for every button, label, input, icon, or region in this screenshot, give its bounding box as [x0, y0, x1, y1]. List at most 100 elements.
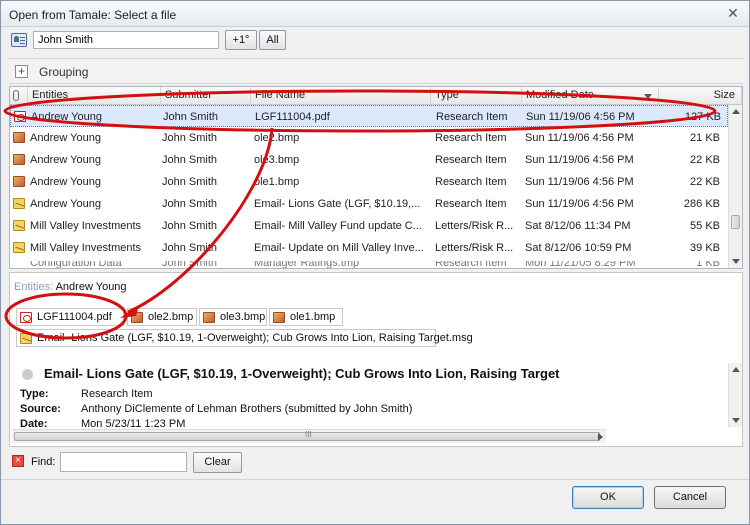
contact-card-icon[interactable] [11, 33, 27, 47]
cell-type: Letters/Risk R... [435, 220, 514, 232]
mail-icon [13, 220, 25, 231]
table-row[interactable]: Mill Valley Investments John Smith Email- … [10, 237, 728, 259]
cell-size: 22 KB [690, 154, 720, 166]
cell-file-name: Manager Ratings.tmp [254, 261, 360, 269]
table-row[interactable]: Andrew Young John Smith Email- Lions Gate … [10, 193, 728, 215]
column-header-submitter[interactable]: Submitter [161, 87, 251, 105]
cell-file-name: Email- Lions Gate (LGF, $10.19,... [254, 198, 421, 210]
cell-submitter: John Smith [162, 242, 218, 254]
preview-pane: Entities: Andrew Young LGF111004.pdf ole… [9, 272, 743, 447]
cell-file-name: Email- Mill Valley Fund update C... [254, 220, 422, 232]
plus-one-degree-button[interactable]: +1° [225, 30, 257, 50]
grouping-bar[interactable]: + Grouping [9, 58, 743, 84]
entities-key: Entities: [14, 281, 54, 293]
find-input[interactable] [60, 452, 187, 472]
image-icon [273, 312, 285, 323]
attachment-ole1-bmp[interactable]: ole1.bmp [269, 308, 343, 326]
column-header-type[interactable]: Type [431, 87, 522, 105]
table-row[interactable]: Andrew Young John Smith ole2.bmp Research I… [10, 127, 728, 149]
cell-modified-date: Sat 8/12/06 11:34 PM [525, 220, 631, 232]
cell-submitter: John Smith [162, 220, 218, 232]
column-header-size[interactable]: Size [659, 87, 742, 105]
cell-submitter: John Smith [163, 111, 219, 123]
title-bar: Open from Tamale: Select a file ✕ [1, 1, 749, 27]
entities-value: Andrew Young [55, 281, 127, 293]
scroll-up-arrow-icon[interactable] [732, 367, 740, 372]
attachment-label: Email- Lions Gate (LGF, $10.19, 1-Overwe… [37, 332, 473, 344]
sort-descending-icon [644, 94, 652, 99]
image-icon [13, 154, 25, 165]
cell-type: Research Item [435, 132, 507, 144]
table-row[interactable]: Andrew Young John Smith ole3.bmp Research I… [10, 149, 728, 171]
scroll-down-arrow-icon[interactable] [732, 418, 740, 423]
preview-horizontal-scrollbar[interactable]: III [12, 429, 606, 443]
all-button[interactable]: All [259, 30, 286, 50]
table-row[interactable]: Andrew Young John Smith ole1.bmp Research I… [10, 171, 728, 193]
cancel-button[interactable]: Cancel [654, 486, 726, 509]
column-header-entities[interactable]: Entities [28, 87, 161, 105]
attachment-label: ole1.bmp [290, 311, 336, 323]
attachment-message-msg[interactable]: Email- Lions Gate (LGF, $10.19, 1-Overwe… [16, 329, 473, 347]
attachment-column-header[interactable] [10, 87, 28, 105]
cell-modified-date: Sat 8/12/06 10:59 PM [525, 242, 632, 254]
mail-icon [20, 333, 32, 344]
attachment-label: ole2.bmp [148, 311, 194, 323]
cell-type: Research Item [435, 154, 507, 166]
scroll-right-arrow-icon[interactable] [598, 433, 603, 441]
cell-submitter: John Smith [162, 198, 218, 210]
clear-button[interactable]: Clear [193, 452, 242, 473]
cell-size: 127 KB [684, 111, 721, 123]
file-grid: Entities Submitter File Name Type Modifi… [9, 86, 743, 269]
separator [1, 479, 749, 480]
cell-file-name: ole1.bmp [254, 176, 300, 188]
scroll-up-arrow-icon[interactable] [732, 109, 740, 114]
cell-file-name: Email- Update on Mill Valley Inve... [254, 242, 424, 254]
attachment-ole3-bmp[interactable]: ole3.bmp [199, 308, 267, 326]
expand-plus-icon[interactable]: + [15, 65, 28, 78]
cell-size: 22 KB [690, 176, 720, 188]
cell-size: 21 KB [690, 132, 720, 144]
image-icon [13, 132, 25, 143]
open-file-dialog: Open from Tamale: Select a file ✕ +1° Al… [0, 0, 750, 525]
scroll-thumb[interactable]: III [14, 430, 600, 441]
scroll-down-arrow-icon[interactable] [732, 259, 740, 264]
cell-entity: Andrew Young [30, 154, 101, 166]
pdf-icon [20, 312, 32, 323]
cell-entity: Andrew Young [31, 111, 102, 123]
attachment-ole2-bmp[interactable]: ole2.bmp [127, 308, 197, 326]
preview-vertical-scrollbar[interactable] [728, 363, 742, 427]
column-header-file-name[interactable]: File Name [251, 87, 431, 105]
close-icon[interactable]: ✕ [725, 6, 741, 22]
cell-entity: Andrew Young [30, 132, 101, 144]
table-row-partial[interactable]: Configuration Data John Smith Manager Ra… [10, 261, 728, 269]
window-title: Open from Tamale: Select a file [9, 8, 177, 22]
image-icon [203, 312, 215, 323]
grouping-label: Grouping [39, 65, 89, 79]
entity-search-input[interactable] [33, 31, 219, 49]
cell-submitter: John Smith [162, 176, 218, 188]
table-row[interactable]: Mill Valley Investments John Smith Email- … [10, 215, 728, 237]
image-icon [131, 312, 143, 323]
scroll-grip-icon: III [305, 430, 312, 439]
meta-type-value: Research Item [81, 388, 153, 400]
message-subject: Email- Lions Gate (LGF, $10.19, 1-Overwe… [22, 366, 560, 381]
ok-button[interactable]: OK [572, 486, 644, 509]
cell-submitter: John Smith [162, 154, 218, 166]
scroll-thumb[interactable] [731, 215, 740, 229]
cell-type: Letters/Risk R... [435, 242, 514, 254]
status-dot-icon [22, 369, 33, 380]
column-header-modified-date[interactable]: Modified Date [522, 87, 659, 105]
cell-size: 55 KB [690, 220, 720, 232]
close-find-icon[interactable]: × [12, 455, 24, 467]
table-row-selected[interactable]: Andrew Young John Smith LGF111004.pdf Resea… [10, 105, 728, 127]
image-icon [13, 176, 25, 187]
entity-search-row: +1° All [9, 30, 743, 51]
cell-modified-date: Sun 11/19/06 4:56 PM [525, 198, 634, 210]
cell-modified-date: Sun 11/19/06 4:56 PM [525, 154, 634, 166]
cell-entity: Andrew Young [30, 198, 101, 210]
grid-vertical-scrollbar[interactable] [728, 105, 742, 268]
cell-type: Research Item [435, 198, 507, 210]
cell-file-name: LGF111004.pdf [255, 111, 330, 123]
mail-icon [13, 242, 25, 253]
attachment-lgf111004-pdf[interactable]: LGF111004.pdf [16, 308, 124, 326]
